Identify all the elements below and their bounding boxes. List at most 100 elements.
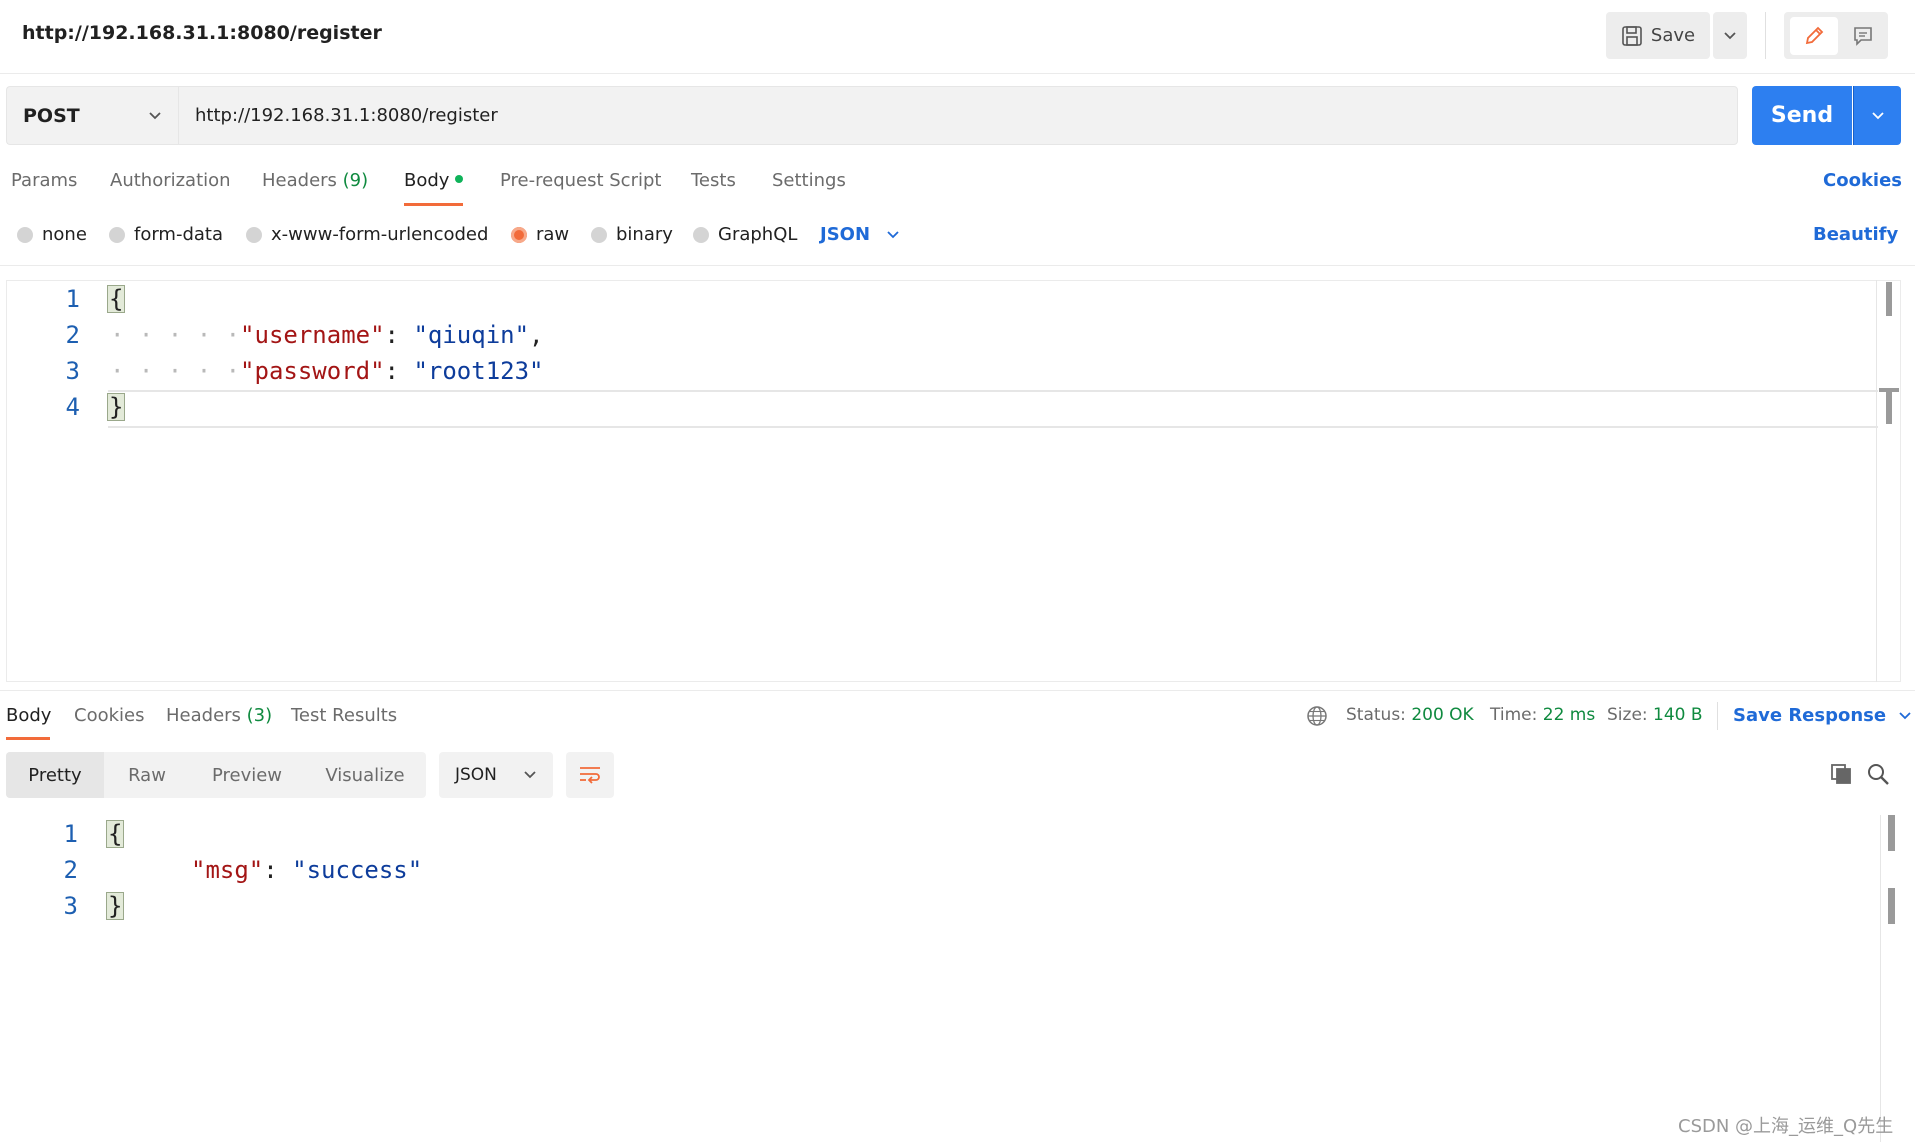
body-type-raw-label: raw bbox=[536, 224, 570, 245]
save-button[interactable]: Save bbox=[1606, 12, 1710, 59]
line-number: 1 bbox=[65, 285, 80, 313]
tab-body-label: Body bbox=[404, 170, 450, 191]
view-visualize[interactable]: Visualize bbox=[304, 752, 426, 798]
body-type-none[interactable]: none bbox=[17, 224, 87, 245]
response-status[interactable]: Status: 200 OK bbox=[1346, 705, 1474, 725]
size-value: 140 B bbox=[1653, 705, 1703, 725]
close-brace: } bbox=[106, 892, 125, 920]
chevron-down-icon bbox=[524, 771, 536, 779]
body-modified-dot bbox=[455, 175, 464, 183]
cookies-link[interactable]: Cookies bbox=[1823, 170, 1902, 191]
response-tab-cookies[interactable]: Cookies bbox=[74, 705, 144, 726]
raw-format-select[interactable]: JSON bbox=[820, 224, 900, 245]
response-scrollbar-thumb[interactable] bbox=[1888, 815, 1895, 851]
watermark: CSDN @上海_运维_Q先生 bbox=[1678, 1116, 1894, 1137]
code-line: { bbox=[107, 285, 126, 313]
body-type-graphql-label: GraphQL bbox=[718, 224, 798, 245]
response-scrollbar-marker bbox=[1888, 888, 1895, 924]
save-response-label: Save Response bbox=[1733, 705, 1887, 726]
json-colon: : bbox=[384, 321, 399, 349]
indent-guide: · · · · · bbox=[110, 321, 241, 349]
wrap-lines-button[interactable] bbox=[566, 752, 614, 798]
radio-none[interactable] bbox=[17, 226, 33, 243]
response-size[interactable]: Size: 140 B bbox=[1607, 705, 1703, 725]
radio-binary[interactable] bbox=[591, 226, 607, 243]
body-type-urlencoded-label: x-www-form-urlencoded bbox=[271, 224, 489, 245]
response-tab-body[interactable]: Body bbox=[6, 705, 51, 726]
active-line-highlight bbox=[108, 390, 1878, 428]
response-format-label: JSON bbox=[455, 765, 497, 785]
json-value: "qiuqin" bbox=[413, 321, 530, 349]
status-value: 200 OK bbox=[1411, 705, 1474, 725]
response-divider bbox=[0, 690, 1915, 691]
comment-icon bbox=[1854, 27, 1872, 46]
response-tab-test-results[interactable]: Test Results bbox=[291, 705, 397, 726]
json-value: "success" bbox=[292, 856, 423, 884]
body-type-form-data[interactable]: form-data bbox=[109, 224, 223, 245]
body-type-binary-label: binary bbox=[616, 224, 673, 245]
raw-format-label: JSON bbox=[820, 224, 871, 245]
view-pretty[interactable]: Pretty bbox=[6, 752, 104, 798]
code-line: · · · · ·"username": "qiuqin", bbox=[110, 321, 544, 349]
view-preview[interactable]: Preview bbox=[190, 752, 304, 798]
line-number: 4 bbox=[65, 393, 80, 421]
wrap-lines-icon bbox=[580, 767, 600, 784]
save-label: Save bbox=[1650, 25, 1696, 46]
pencil-icon bbox=[1805, 26, 1824, 45]
save-response-button[interactable]: Save Response bbox=[1733, 705, 1912, 726]
tab-body[interactable]: Body bbox=[404, 170, 464, 191]
body-type-raw[interactable]: raw bbox=[511, 224, 569, 245]
json-colon: : bbox=[263, 856, 278, 884]
code-line: { bbox=[106, 820, 125, 848]
chevron-down-icon bbox=[1871, 111, 1884, 119]
response-time[interactable]: Time: 22 ms bbox=[1490, 705, 1595, 725]
response-format-select[interactable]: JSON bbox=[439, 752, 553, 798]
beautify-link[interactable]: Beautify bbox=[1813, 224, 1898, 245]
time-value: 22 ms bbox=[1542, 705, 1596, 725]
tab-authorization[interactable]: Authorization bbox=[110, 170, 231, 191]
status-divider bbox=[1717, 702, 1718, 730]
tab-tests[interactable]: Tests bbox=[691, 170, 736, 191]
method-select[interactable]: POST bbox=[6, 86, 178, 145]
json-comma: , bbox=[529, 321, 544, 349]
line-number: 3 bbox=[63, 892, 78, 920]
code-line: } bbox=[107, 393, 126, 421]
json-colon: : bbox=[384, 357, 399, 385]
active-tab-indicator bbox=[6, 737, 50, 740]
tab-pre-request-script[interactable]: Pre-request Script bbox=[500, 170, 661, 191]
comments-button[interactable] bbox=[1843, 17, 1883, 55]
tab-params[interactable]: Params bbox=[11, 170, 77, 191]
response-tab-headers[interactable]: Headers (3) bbox=[166, 705, 272, 726]
tab-settings[interactable]: Settings bbox=[772, 170, 846, 191]
body-type-form-data-label: form-data bbox=[134, 224, 224, 245]
body-options-divider bbox=[0, 265, 1915, 266]
body-type-urlencoded[interactable]: x-www-form-urlencoded bbox=[246, 224, 488, 245]
json-value: "root123" bbox=[413, 357, 544, 385]
line-number: 3 bbox=[65, 357, 80, 385]
save-dropdown-button[interactable] bbox=[1713, 12, 1747, 59]
radio-urlencoded[interactable] bbox=[246, 226, 262, 243]
line-number: 2 bbox=[65, 321, 80, 349]
edit-mode-button[interactable] bbox=[1790, 17, 1838, 55]
tab-headers[interactable]: Headers (9) bbox=[262, 170, 368, 191]
body-type-none-label: none bbox=[42, 224, 87, 245]
scrollbar-cursor-marker bbox=[1886, 388, 1892, 424]
send-dropdown-button[interactable] bbox=[1853, 86, 1901, 145]
radio-raw[interactable] bbox=[511, 226, 527, 243]
send-button[interactable]: Send bbox=[1752, 86, 1852, 145]
body-type-graphql[interactable]: GraphQL bbox=[693, 224, 797, 245]
radio-graphql[interactable] bbox=[693, 226, 709, 243]
radio-form-data[interactable] bbox=[109, 226, 125, 243]
tab-headers-label: Headers bbox=[262, 170, 337, 191]
open-brace: { bbox=[107, 285, 126, 313]
json-key: "password" bbox=[240, 357, 385, 385]
time-label: Time: bbox=[1490, 705, 1538, 725]
view-raw[interactable]: Raw bbox=[104, 752, 190, 798]
url-input[interactable]: http://192.168.31.1:8080/register bbox=[178, 86, 1738, 145]
copy-icon[interactable] bbox=[1829, 762, 1853, 790]
editor-scrollbar-thumb[interactable] bbox=[1886, 282, 1892, 316]
search-icon[interactable] bbox=[1866, 762, 1890, 790]
body-type-binary[interactable]: binary bbox=[591, 224, 673, 245]
close-brace: } bbox=[107, 393, 126, 421]
globe-icon[interactable] bbox=[1306, 705, 1328, 731]
